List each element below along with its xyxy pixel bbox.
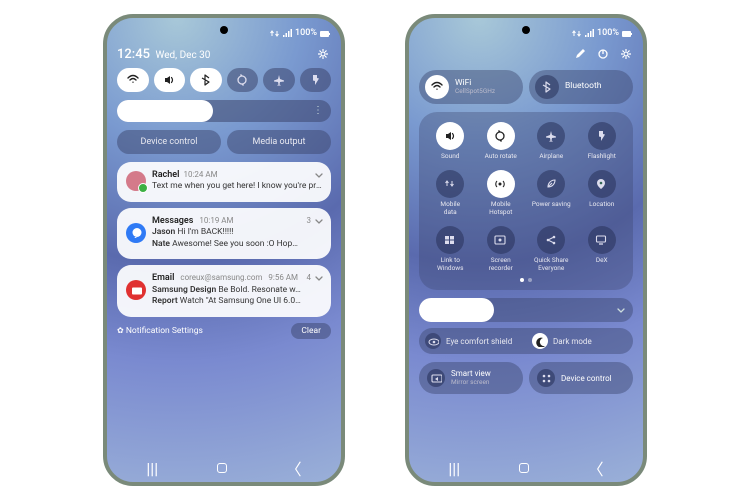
power-button[interactable]	[597, 48, 610, 61]
device-control-tile[interactable]: Device control	[529, 362, 633, 394]
nav-recents[interactable]: |||	[146, 459, 158, 478]
phone-notifications: 100% 12:45 Wed, Dec 30 ⋮ D	[103, 14, 345, 486]
tile-airplane[interactable]: Airplane	[526, 122, 577, 160]
bluetooth-icon	[535, 75, 559, 99]
chevron-down-icon[interactable]	[313, 170, 323, 180]
flashlight-icon	[588, 122, 616, 150]
avatar	[126, 171, 146, 191]
sound-icon	[436, 122, 464, 150]
qs-bluetooth[interactable]	[190, 68, 222, 92]
app-icon	[126, 280, 146, 300]
phone-quick-panel: 100% WiFiCellSpot5GHz Bluetooth SoundAut…	[405, 14, 647, 486]
camera-notch	[522, 26, 530, 34]
settings-button[interactable]	[315, 46, 331, 62]
nav-bar: ||| 〈	[117, 454, 331, 482]
linkwin-icon	[436, 226, 464, 254]
nav-back[interactable]: 〈	[588, 456, 604, 480]
media-output-button[interactable]: Media output	[227, 130, 331, 154]
brightness-more-icon[interactable]: ⋮	[313, 109, 323, 113]
settings-button[interactable]	[620, 48, 633, 61]
edit-button[interactable]	[574, 48, 587, 61]
brightness-slider[interactable]: ⋮	[117, 100, 331, 122]
airplane-icon	[537, 122, 565, 150]
tile-screenrec[interactable]: Screen recorder	[476, 226, 527, 272]
brightness-thumb[interactable]	[117, 100, 213, 122]
data-arrows-icon	[571, 28, 582, 39]
data-arrows-icon	[269, 28, 280, 39]
screenrec-icon	[487, 226, 515, 254]
brightness-slider[interactable]	[419, 298, 633, 322]
notification-count: 3	[307, 216, 312, 227]
qs-flashlight[interactable]	[300, 68, 332, 92]
hotspot-icon	[487, 170, 515, 198]
smart-view-tile[interactable]: Smart viewMirror screen	[419, 362, 523, 394]
clock-date: 12:45 Wed, Dec 30	[117, 47, 210, 62]
signal-icon	[282, 28, 293, 39]
rotate-icon	[487, 122, 515, 150]
qs-sound[interactable]	[154, 68, 186, 92]
tile-linkwin[interactable]: Link to Windows	[425, 226, 476, 272]
nav-home[interactable]	[217, 463, 227, 473]
nav-bar: ||| 〈	[419, 454, 633, 482]
signal-icon	[584, 28, 595, 39]
qs-wifi[interactable]	[117, 68, 149, 92]
quick-grid-panel: SoundAuto rotateAirplaneFlashlight Mobile…	[419, 112, 633, 290]
nav-back[interactable]: 〈	[286, 456, 302, 480]
location-icon	[588, 170, 616, 198]
notification-settings-link[interactable]: ✿ Notification Settings	[117, 326, 203, 336]
brightness-thumb[interactable]	[419, 298, 494, 322]
tile-bluetooth[interactable]: Bluetooth	[529, 70, 633, 104]
brightness-expand-icon[interactable]	[615, 305, 625, 315]
quick-toggles-row	[117, 68, 331, 92]
dex-icon	[588, 226, 616, 254]
camera-notch	[220, 26, 228, 34]
qs-rotate[interactable]	[227, 68, 259, 92]
battery-pct: 100%	[597, 28, 619, 38]
powersaving-icon	[537, 170, 565, 198]
battery-icon	[319, 28, 331, 39]
status-badge	[138, 183, 148, 193]
quickshare-icon	[537, 226, 565, 254]
tile-flashlight[interactable]: Flashlight	[577, 122, 628, 160]
qs-airplane[interactable]	[263, 68, 295, 92]
battery-pct: 100%	[295, 28, 317, 38]
eye-comfort-toggle[interactable]: Eye comfort shield	[419, 333, 526, 349]
nav-recents[interactable]: |||	[448, 459, 460, 478]
tile-powersaving[interactable]: Power saving	[526, 170, 577, 216]
tile-dex[interactable]: DeX	[577, 226, 628, 272]
tile-location[interactable]: Location	[577, 170, 628, 216]
notification-count: 4	[307, 273, 312, 284]
notification-card[interactable]: Rachel10:24 AM Text me when you get here…	[117, 162, 331, 202]
notification-card[interactable]: 4 Email coreux@samsung.com 9:56 AM Samsu…	[117, 265, 331, 316]
tile-hotspot[interactable]: Mobile Hotspot	[476, 170, 527, 216]
wifi-icon	[425, 75, 449, 99]
notification-card[interactable]: 3 Messages 10:19 AM Jason Hi I'm BACK!!!…	[117, 208, 331, 259]
tile-wifi[interactable]: WiFiCellSpot5GHz	[419, 70, 523, 104]
mobiledata-icon	[436, 170, 464, 198]
tile-rotate[interactable]: Auto rotate	[476, 122, 527, 160]
device-control-button[interactable]: Device control	[117, 130, 221, 154]
display-modes-row: Eye comfort shield Dark mode	[419, 328, 633, 354]
tile-mobiledata[interactable]: Mobile data	[425, 170, 476, 216]
clear-button[interactable]: Clear	[291, 323, 331, 339]
tile-sound[interactable]: Sound	[425, 122, 476, 160]
grid-icon	[537, 369, 555, 387]
nav-home[interactable]	[519, 463, 529, 473]
page-indicator[interactable]	[425, 278, 627, 282]
tile-quickshare[interactable]: Quick Share Everyone	[526, 226, 577, 272]
cast-icon	[427, 369, 445, 387]
app-icon	[126, 223, 146, 243]
battery-icon	[621, 28, 633, 39]
chevron-down-icon[interactable]	[313, 273, 323, 283]
chevron-down-icon[interactable]	[313, 216, 323, 226]
dark-mode-toggle[interactable]: Dark mode	[526, 333, 633, 349]
